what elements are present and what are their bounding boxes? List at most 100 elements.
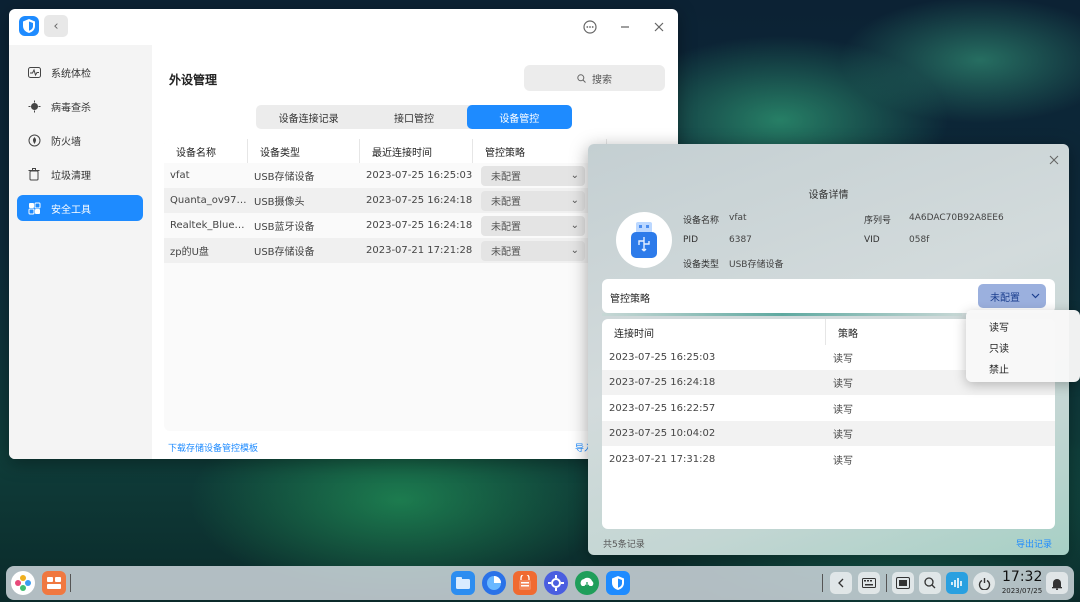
- close-button[interactable]: [1049, 154, 1059, 168]
- device-name: zp的U盘: [170, 247, 209, 258]
- security-center-taskbar-button[interactable]: [606, 571, 630, 595]
- tab-bar: 设备连接记录 接口管控 设备管控: [256, 105, 572, 129]
- last-connected-time: 2023-07-25 16:24:18: [366, 195, 473, 206]
- record-count: 共5条记录: [603, 540, 645, 550]
- launcher-button[interactable]: [11, 571, 35, 595]
- search-placeholder: 搜索: [592, 74, 612, 86]
- log-time: 2023-07-25 10:04:02: [609, 428, 716, 439]
- chevron-down-icon: ⌄: [570, 245, 579, 256]
- policy-dropdown[interactable]: 未配置: [978, 284, 1046, 308]
- clock-time[interactable]: 17:32: [1002, 569, 1042, 585]
- sidebar-item-label: 垃圾清理: [51, 170, 91, 182]
- security-center-window: ‹ 系统体检 病毒查杀 防火墙 垃圾清理 安全工具 外设管理 搜索 设备连接记录…: [9, 9, 678, 459]
- bell-icon: [1052, 578, 1062, 590]
- titlebar: ‹: [9, 9, 678, 45]
- power-icon: [978, 577, 990, 590]
- more-icon: [583, 20, 597, 34]
- sidebar-item-label: 防火墙: [51, 136, 81, 148]
- column-header[interactable]: 管控策略: [473, 139, 607, 163]
- close-icon: [654, 22, 664, 32]
- policy-label: 管控策略: [610, 294, 650, 305]
- policy-select-value: 未配置: [491, 222, 521, 233]
- policy-row: 管控策略 未配置: [602, 279, 1055, 313]
- sidebar-item-label: 安全工具: [51, 204, 91, 216]
- device-type: USB存储设备: [254, 172, 315, 183]
- menu-item-read-write[interactable]: 读写: [989, 319, 1009, 334]
- pulse-icon: [27, 65, 41, 79]
- device-name-value: vfat: [729, 213, 747, 223]
- multitask-button[interactable]: [42, 571, 66, 595]
- policy-dropdown-menu: 读写 只读 禁止: [966, 310, 1080, 382]
- file-manager-button[interactable]: [451, 571, 475, 595]
- search-button[interactable]: [919, 572, 941, 594]
- sidebar-item-cleanup[interactable]: 垃圾清理: [17, 161, 143, 187]
- menu-item-read-only[interactable]: 只读: [989, 340, 1009, 355]
- screenshot-button[interactable]: [892, 572, 914, 594]
- tray-collapse-button[interactable]: [830, 572, 852, 594]
- browser-button[interactable]: [482, 571, 506, 595]
- sidebar-item-security-tools[interactable]: 安全工具: [17, 195, 143, 221]
- gear-icon: [548, 575, 564, 591]
- policy-select[interactable]: 未配置 ⌄: [481, 240, 585, 261]
- keyboard-button[interactable]: [858, 572, 880, 594]
- export-records-link[interactable]: 导出记录: [1016, 537, 1052, 550]
- sidebar-item-label: 病毒查杀: [51, 102, 91, 114]
- column-header[interactable]: 设备名称: [164, 139, 248, 163]
- audio-button[interactable]: [946, 572, 968, 594]
- taskbar-separator: [886, 574, 887, 592]
- minimize-button[interactable]: [616, 18, 634, 36]
- settings-button[interactable]: [544, 571, 568, 595]
- app-store-button[interactable]: [513, 571, 537, 595]
- last-connected-time: 2023-07-25 16:24:18: [366, 220, 473, 231]
- device-type: USB摄像头: [254, 197, 305, 208]
- app-store-icon: [519, 575, 531, 590]
- toolbox-icon: [27, 201, 41, 215]
- security-shield-logo-icon: [19, 16, 39, 36]
- close-button[interactable]: [650, 18, 668, 36]
- column-header[interactable]: 设备类型: [248, 139, 360, 163]
- loading-bar: [602, 313, 962, 316]
- search-input[interactable]: 搜索: [524, 65, 665, 91]
- menu-button[interactable]: [581, 18, 599, 36]
- policy-select-value: 未配置: [491, 197, 521, 208]
- column-header[interactable]: 最近连接时间: [360, 139, 473, 163]
- log-policy: 读写: [833, 456, 853, 467]
- sidebar-item-system-check[interactable]: 系统体检: [17, 59, 143, 85]
- notification-button[interactable]: [1046, 572, 1068, 594]
- sidebar-item-firewall[interactable]: 防火墙: [17, 127, 143, 153]
- download-template-link[interactable]: 下载存储设备管控模板: [168, 441, 258, 454]
- policy-select[interactable]: 未配置 ⌄: [481, 190, 585, 211]
- policy-dropdown-value: 未配置: [990, 292, 1020, 304]
- device-type: USB蓝牙设备: [254, 222, 315, 233]
- device-type: USB存储设备: [254, 247, 315, 258]
- browser-icon: [487, 576, 501, 590]
- policy-select[interactable]: 未配置 ⌄: [481, 165, 585, 186]
- screen-capture-icon: [896, 577, 910, 589]
- sound-wave-icon: [951, 578, 962, 588]
- vid-label: VID: [864, 235, 880, 245]
- vid-value: 058f: [909, 235, 930, 245]
- trash-icon: [27, 167, 41, 181]
- software-manager-button[interactable]: [575, 571, 599, 595]
- serial-value: 4A6DAC70B92A8EE6: [909, 213, 1004, 223]
- policy-select[interactable]: 未配置 ⌄: [481, 215, 585, 236]
- device-name: Realtek_Blue…: [170, 220, 245, 231]
- usb-drive-icon: [616, 212, 672, 268]
- sidebar-item-virus-scan[interactable]: 病毒查杀: [17, 93, 143, 119]
- multitask-view-icon: [47, 577, 61, 589]
- log-policy: 读写: [833, 430, 853, 441]
- back-button[interactable]: ‹: [44, 15, 68, 37]
- sidebar-item-label: 系统体检: [51, 68, 91, 80]
- tab-port-control[interactable]: 接口管控: [361, 105, 466, 129]
- close-icon: [1049, 155, 1059, 165]
- virus-scan-icon: [27, 99, 41, 113]
- taskbar-separator: [822, 574, 823, 592]
- menu-item-forbid[interactable]: 禁止: [989, 361, 1009, 376]
- power-button[interactable]: [973, 572, 995, 594]
- log-time: 2023-07-25 16:22:57: [609, 403, 716, 414]
- tab-connection-records[interactable]: 设备连接记录: [256, 105, 361, 129]
- launcher-icon: [15, 575, 31, 591]
- device-name: vfat: [170, 170, 190, 181]
- tab-device-control[interactable]: 设备管控: [466, 105, 572, 129]
- column-header[interactable]: 连接时间: [602, 319, 826, 345]
